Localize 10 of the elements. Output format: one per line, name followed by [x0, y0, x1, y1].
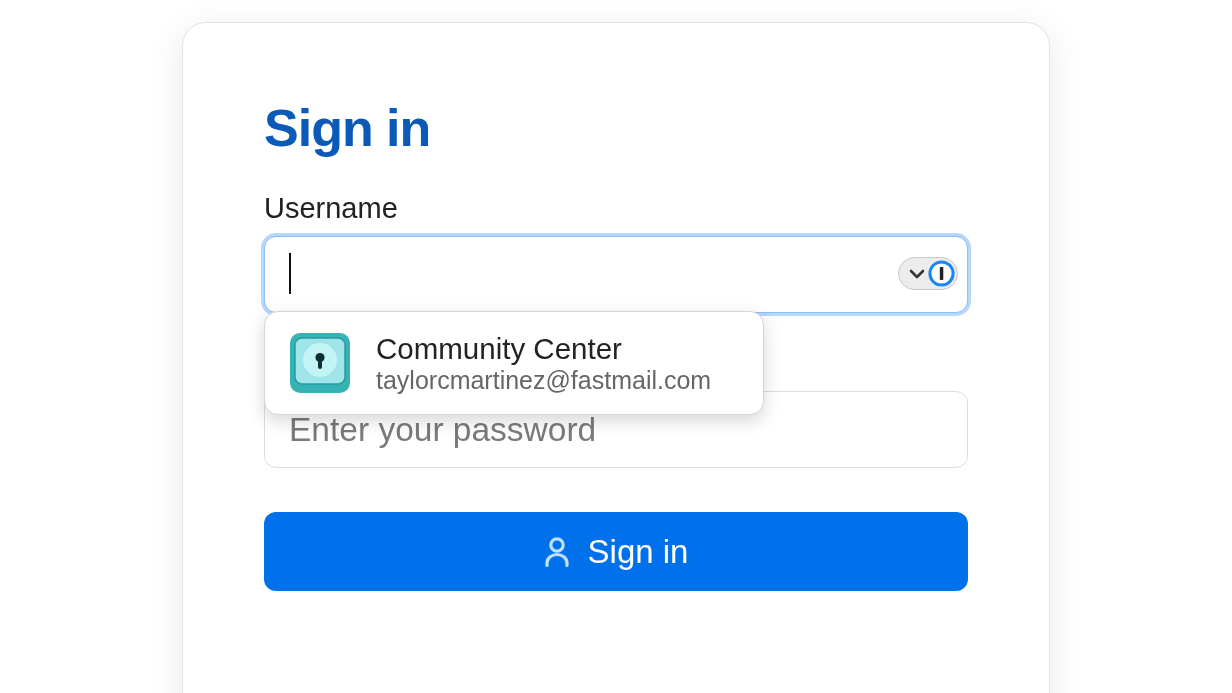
- chevron-down-icon: [909, 268, 925, 279]
- input-field[interactable]: [264, 236, 968, 313]
- text-cursor-icon: [289, 253, 291, 294]
- ring-icon: [928, 260, 955, 287]
- person-icon: [543, 535, 570, 568]
- keyhole-icon: [290, 333, 350, 393]
- suggestion-title[interactable]: Community Center: [376, 331, 622, 366]
- field-label: Username: [264, 191, 398, 225]
- page-title: Sign in: [264, 98, 431, 159]
- sign-in-button[interactable]: Sign in: [264, 512, 968, 591]
